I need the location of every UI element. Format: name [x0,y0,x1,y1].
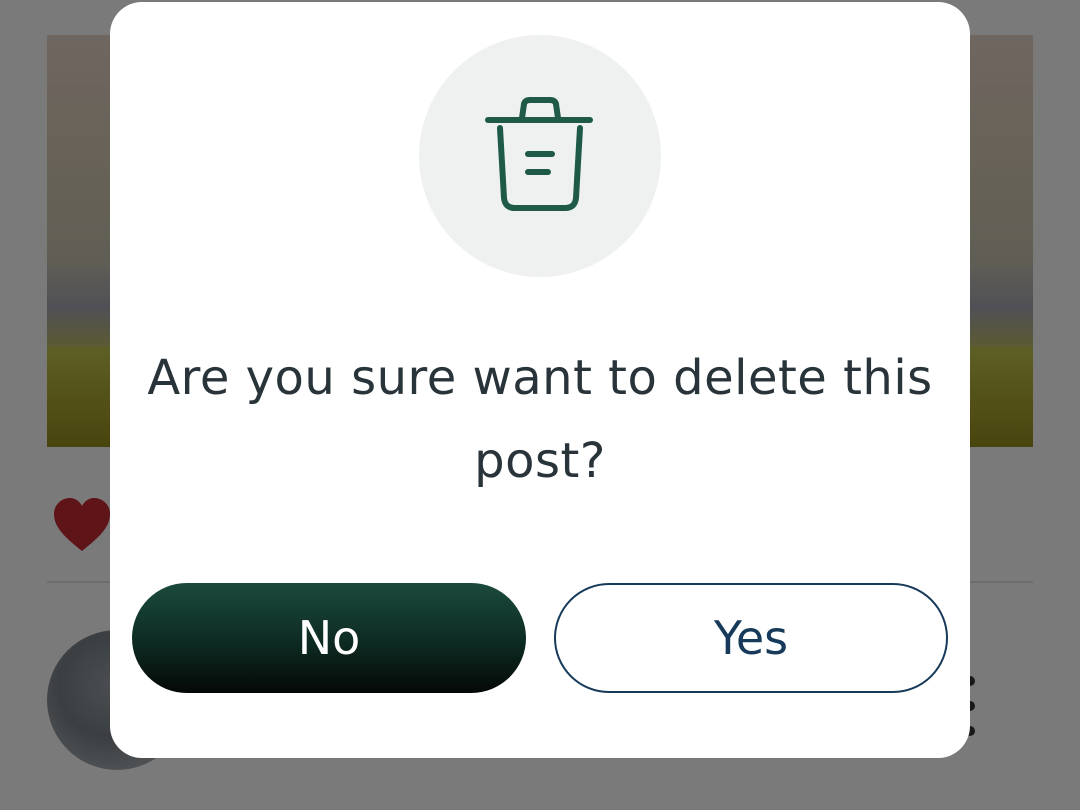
trash-icon [485,97,593,211]
delete-confirmation-dialog: Are you sure want to delete this post? N… [110,2,970,758]
yes-button[interactable]: Yes [554,583,948,693]
trash-icon-circle [419,35,661,277]
no-button[interactable]: No [132,583,526,693]
app-screen: Are you sure want to delete this post? N… [0,0,1080,810]
dialog-message: Are you sure want to delete this post? [147,350,933,489]
